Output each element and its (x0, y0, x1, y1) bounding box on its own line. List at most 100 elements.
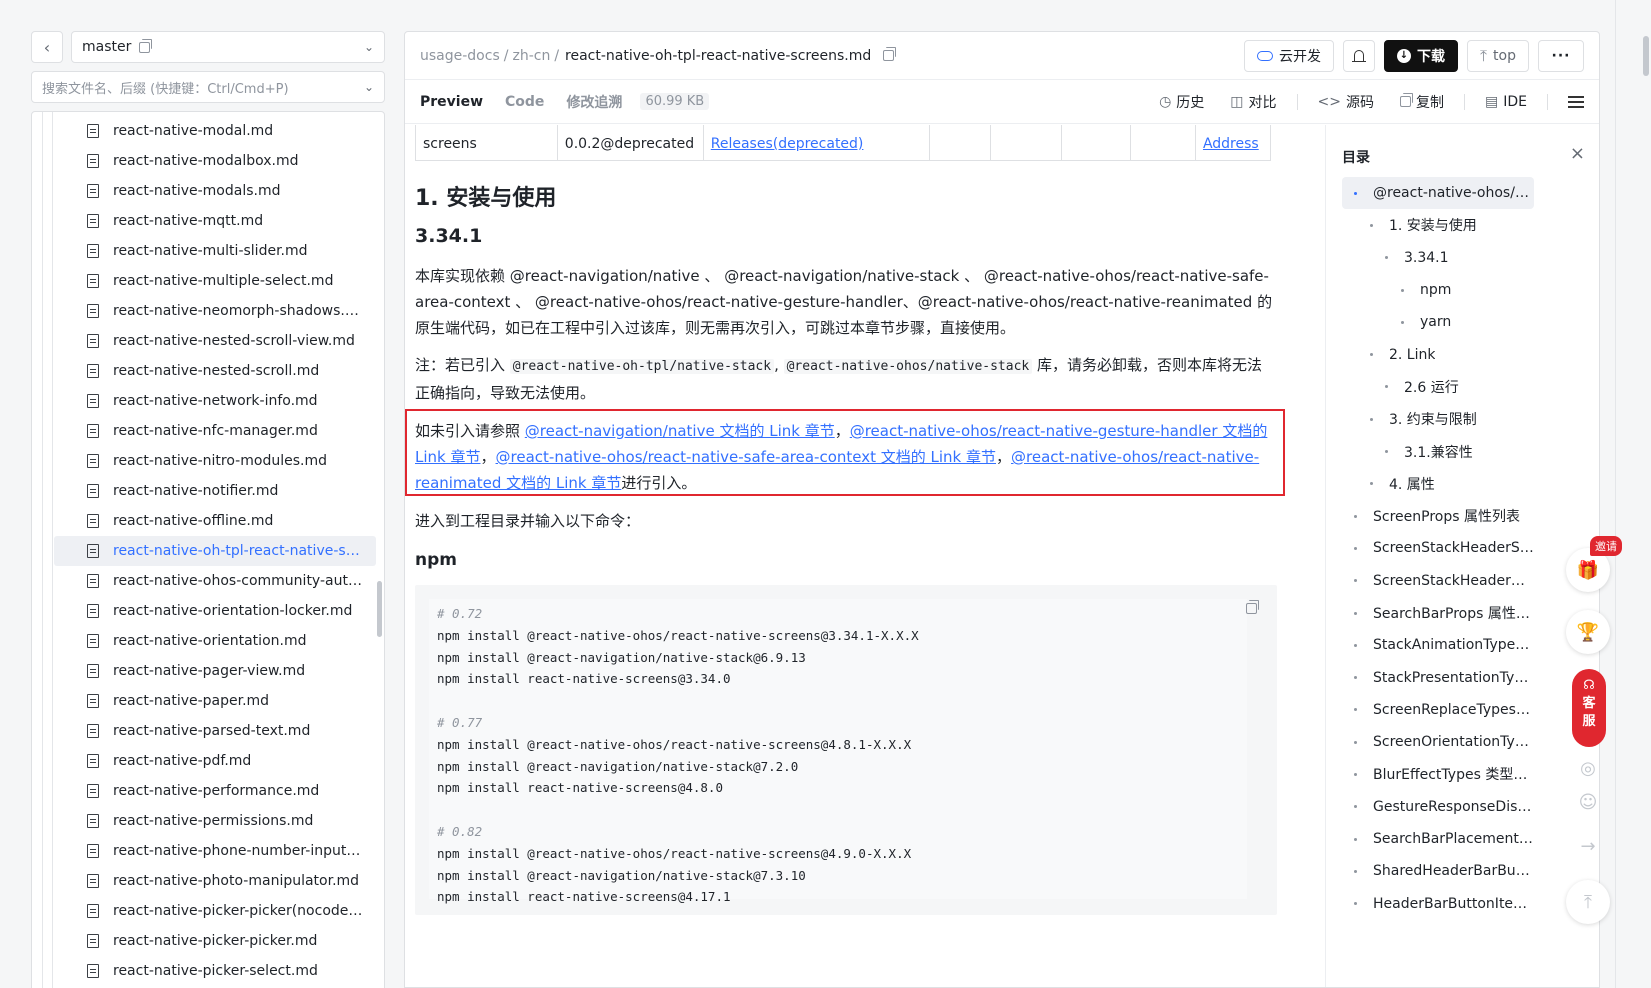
copy-button[interactable]: 复制 (1400, 92, 1444, 112)
tab-code[interactable]: Code (505, 94, 544, 110)
compare-button[interactable]: ◫ 对比 (1230, 92, 1276, 112)
toc-item[interactable]: ScreenReplaceTypes… (1342, 694, 1534, 726)
alarm-icon (1351, 50, 1366, 62)
breadcrumb-zh-cn[interactable]: zh-cn (512, 48, 550, 64)
file-tree-item[interactable]: react-native-mqtt.md (54, 206, 376, 236)
tab-blame[interactable]: 修改追溯 (566, 92, 622, 112)
copy-path-icon[interactable] (883, 47, 897, 61)
breadcrumb-usage-docs[interactable]: usage-docs (420, 48, 500, 64)
toc-item[interactable]: 2. Link (1342, 338, 1534, 370)
file-icon (87, 454, 99, 468)
toc-item[interactable]: ScreenStackHeaderC… (1342, 565, 1534, 597)
page-scrollbar[interactable] (1643, 36, 1649, 76)
file-tree-item[interactable]: react-native-nested-scroll.md (54, 356, 376, 386)
trophy-button[interactable]: 🏆 (1566, 610, 1610, 654)
tab-preview[interactable]: Preview (420, 94, 483, 110)
file-search-input[interactable]: 搜索文件名、后缀 (快捷键：Ctrl/Cmd+P) ⌄ (31, 71, 385, 103)
file-tree-item[interactable]: react-native-multiple-select.md (54, 266, 376, 296)
toc-item[interactable]: ScreenStackHeaderS… (1342, 532, 1534, 564)
toc-item-label: StackAnimationTypes… (1373, 637, 1534, 654)
toc-item[interactable]: HeaderBarButtonIte… (1342, 888, 1534, 920)
feedback-button[interactable]: ☺ (1566, 780, 1610, 824)
toc-item[interactable]: 3.1.兼容性 (1342, 435, 1534, 467)
address-link[interactable]: Address (1203, 136, 1259, 152)
file-tree-item[interactable]: react-native-network-info.md (54, 386, 376, 416)
file-tree-item[interactable]: react-native-photo-manipulator.md (54, 866, 376, 896)
file-tree-item[interactable]: react-native-modal.md (54, 116, 376, 146)
toc-item[interactable]: SharedHeaderBarButt… (1342, 855, 1534, 887)
table-cell: Address (1194, 125, 1272, 161)
file-tree-item[interactable]: react-native-neomorph-shadows.md (54, 296, 376, 326)
toc-item[interactable]: @react-native-ohos/r… (1342, 177, 1534, 210)
toc-item[interactable]: 4. 属性 (1342, 468, 1534, 500)
code-line: npm install react-native-screens@4.8.0 (437, 780, 723, 796)
source-button[interactable]: <> 源码 (1318, 92, 1374, 112)
smile-icon: ☺ (1578, 791, 1598, 813)
more-button[interactable]: ··· (1538, 39, 1584, 72)
toc-item[interactable]: GestureResponseDist… (1342, 791, 1534, 823)
invite-badge[interactable]: 邀请 (1590, 536, 1622, 556)
toc-item[interactable]: SearchBarProps 属性… (1342, 597, 1534, 629)
close-icon[interactable]: × (1570, 145, 1585, 167)
toc-item[interactable]: 3.34.1 (1342, 242, 1534, 274)
file-tree-item[interactable]: react-native-nested-scroll-view.md (54, 326, 376, 356)
toc-item[interactable]: npm (1342, 274, 1534, 306)
link-safe-area-context[interactable]: @react-native-ohos/react-native-safe-are… (496, 448, 997, 466)
file-icon (87, 874, 99, 888)
file-tree-item[interactable]: react-native-phone-number-input.md (54, 836, 376, 866)
toc-item[interactable]: BlurEffectTypes 类型… (1342, 758, 1534, 790)
cloud-dev-button[interactable]: 云开发 (1243, 39, 1334, 72)
file-tree-item[interactable]: react-native-pdf.md (54, 746, 376, 776)
copy-code-icon[interactable] (1246, 600, 1259, 614)
file-tree-item[interactable]: react-native-picker-picker(nocodege… (54, 896, 376, 926)
file-tree-item[interactable]: react-native-picker-picker.md (54, 926, 376, 956)
file-tree-item[interactable]: react-native-parsed-text.md (54, 716, 376, 746)
file-tree-item[interactable]: react-native-pager-view.md (54, 656, 376, 686)
customer-service-button[interactable]: ☊ 客服 (1572, 669, 1606, 747)
toc-item-label: 4. 属性 (1389, 476, 1435, 493)
file-tree-item[interactable]: react-native-orientation.md (54, 626, 376, 656)
toc-item[interactable]: 3. 约束与限制 (1342, 403, 1534, 435)
back-button[interactable]: ‹ (31, 31, 63, 63)
file-tree-item[interactable]: react-native-nfc-manager.md (54, 416, 376, 446)
link-navigation-native[interactable]: @react-navigation/native 文档的 Link 章节 (525, 422, 835, 440)
file-tree-item[interactable]: react-native-permissions.md (54, 806, 376, 836)
toc-item[interactable]: yarn (1342, 306, 1534, 338)
file-tree-item[interactable]: react-native-offline.md (54, 506, 376, 536)
file-tree-item[interactable]: react-native-modals.md (54, 176, 376, 206)
file-tree-item[interactable]: react-native-modalbox.md (54, 146, 376, 176)
library-table: screens 0.0.2@deprecated Releases(deprec… (415, 125, 1272, 161)
file-tree-item[interactable]: react-native-nitro-modules.md (54, 446, 376, 476)
toc-toggle-button[interactable] (1568, 95, 1584, 108)
toc-item[interactable]: StackAnimationTypes… (1342, 629, 1534, 661)
file-tree-item[interactable]: react-native-multi-slider.md (54, 236, 376, 266)
paragraph-dependency: 本库实现依赖 @react-navigation/native 、 @react… (415, 267, 1273, 337)
toc-item[interactable]: SearchBarPlacement… (1342, 823, 1534, 855)
tree-scrollbar[interactable] (377, 581, 382, 637)
file-tree-item[interactable]: react-native-notifier.md (54, 476, 376, 506)
alarm-button[interactable] (1342, 39, 1375, 72)
toc-item[interactable]: 1. 安装与使用 (1342, 209, 1534, 241)
file-icon (87, 814, 99, 828)
file-tree-item[interactable]: react-native-ohos-community-auto-… (54, 566, 376, 596)
file-tree-item[interactable]: react-native-picker-select.md (54, 956, 376, 986)
file-tree-item[interactable]: react-native-performance.md (54, 776, 376, 806)
branch-select[interactable]: master ⌄ (71, 31, 385, 63)
back-to-top-button[interactable]: ⤒ (1566, 880, 1610, 924)
toc-item[interactable]: ScreenOrientationTyp… (1342, 726, 1534, 758)
next-button[interactable]: → (1566, 824, 1610, 868)
top-button[interactable]: ⤒ top (1466, 39, 1529, 72)
toc-item[interactable]: 2.6 运行 (1342, 371, 1534, 403)
file-name: react-native-orientation.md (113, 633, 307, 649)
toc-item[interactable]: StackPresentationTyp… (1342, 661, 1534, 693)
download-button[interactable]: ↓ 下载 (1383, 39, 1458, 72)
file-tree-item[interactable]: react-native-orientation-locker.md (54, 596, 376, 626)
releases-link[interactable]: Releases(deprecated) (711, 136, 864, 152)
toc-item[interactable]: ScreenProps 属性列表 (1342, 500, 1534, 532)
tree-guide-line (52, 112, 53, 988)
file-tree-item[interactable]: react-native-oh-tpl-react-native-screens… (54, 536, 376, 566)
file-tree-item[interactable]: react-native-paper.md (54, 686, 376, 716)
ide-button[interactable]: ▤ IDE (1485, 94, 1527, 110)
copy-icon[interactable] (139, 38, 153, 53)
history-button[interactable]: ◷ 历史 (1159, 92, 1204, 112)
